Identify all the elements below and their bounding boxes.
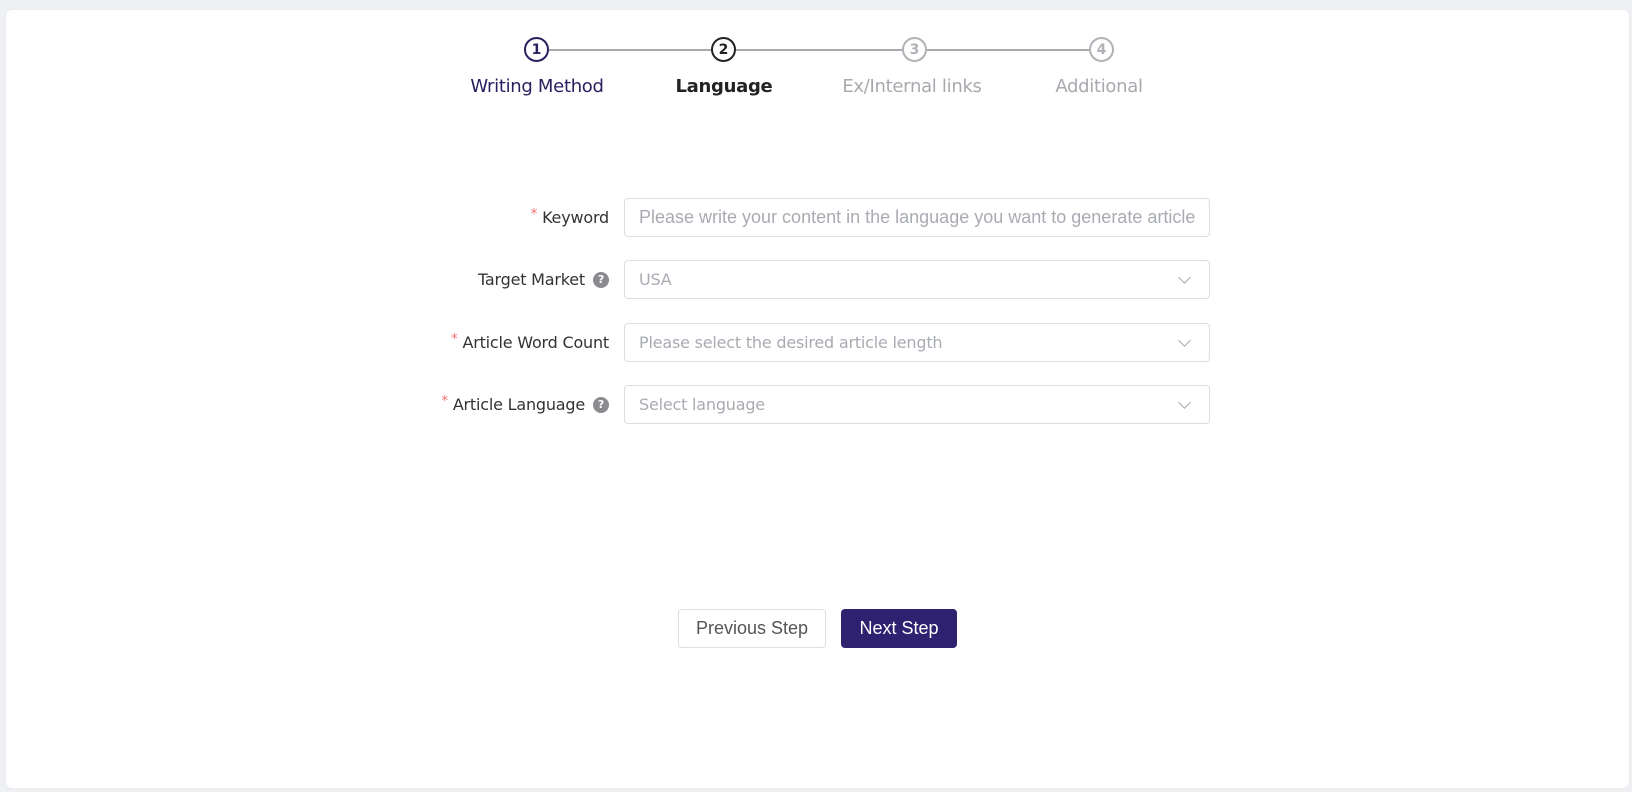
keyword-field[interactable] xyxy=(624,198,1210,237)
chevron-down-icon xyxy=(1178,270,1191,284)
chevron-down-icon xyxy=(1178,395,1191,409)
step-connector xyxy=(549,49,712,51)
required-mark: * xyxy=(441,394,449,409)
word-count-placeholder: Please select the desired article length xyxy=(639,333,943,352)
word-count-label: * Article Word Count xyxy=(451,323,609,362)
required-mark: * xyxy=(530,207,538,222)
step-3-circle: 3 xyxy=(902,37,927,62)
step-1-circle[interactable]: 1 xyxy=(524,37,549,62)
required-mark: * xyxy=(451,332,458,347)
article-language-placeholder: Select language xyxy=(639,395,765,414)
step-connector xyxy=(927,49,1090,51)
next-step-button[interactable]: Next Step xyxy=(841,609,957,648)
article-language-label: * Article Language ? xyxy=(441,385,609,424)
step-2-circle[interactable]: 2 xyxy=(711,37,736,62)
word-count-label-text: Article Word Count xyxy=(462,333,609,352)
step-4-label: Additional xyxy=(1055,76,1143,97)
step-connector xyxy=(736,49,903,51)
keyword-input[interactable] xyxy=(639,207,1195,228)
keyword-label: * Keyword xyxy=(531,198,609,237)
keyword-label-text: Keyword xyxy=(542,208,609,227)
target-market-label: Target Market ? xyxy=(478,260,609,299)
question-circle-icon[interactable]: ? xyxy=(593,396,609,413)
target-market-select[interactable]: USA xyxy=(624,260,1210,299)
target-market-value: USA xyxy=(639,270,672,289)
previous-step-button[interactable]: Previous Step xyxy=(678,609,826,648)
article-language-label-text: Article Language xyxy=(452,395,585,414)
chevron-down-icon xyxy=(1178,333,1191,347)
step-2-label[interactable]: Language xyxy=(614,76,834,97)
article-language-select[interactable]: Select language xyxy=(624,385,1210,424)
target-market-label-text: Target Market xyxy=(478,270,585,289)
step-4-circle: 4 xyxy=(1089,37,1114,62)
question-circle-icon[interactable]: ? xyxy=(593,271,609,288)
word-count-select[interactable]: Please select the desired article length xyxy=(624,323,1210,362)
